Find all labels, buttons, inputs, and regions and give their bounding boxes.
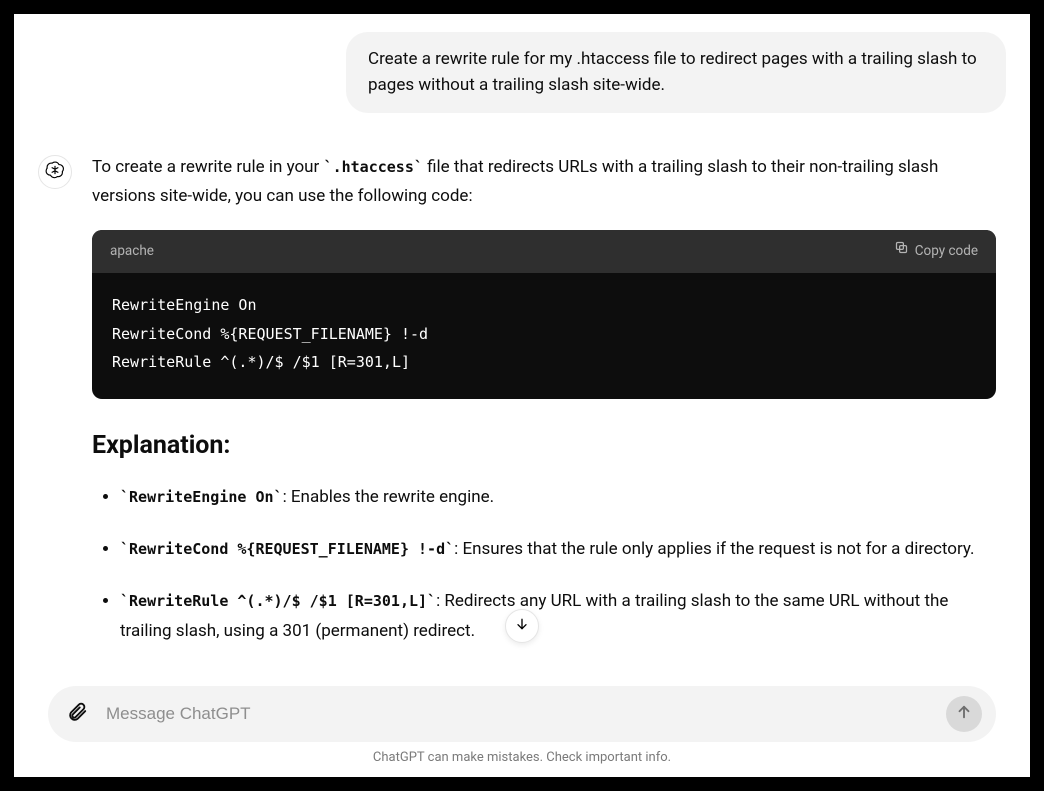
- list-item: `RewriteEngine On`: Enables the rewrite …: [120, 483, 996, 513]
- list-item: `RewriteRule ^(.*)/$ /$1 [R=301,L]`: Red…: [120, 587, 996, 647]
- paperclip-icon: [66, 701, 88, 727]
- disclaimer-text: ChatGPT can make mistakes. Check importa…: [48, 742, 996, 769]
- chat-window: Create a rewrite rule for my .htaccess f…: [14, 14, 1030, 777]
- assistant-avatar: [38, 155, 72, 189]
- code-block-header: apache Copy code: [92, 230, 996, 273]
- copy-code-button[interactable]: Copy code: [894, 240, 978, 263]
- send-button[interactable]: [946, 696, 982, 732]
- message-input[interactable]: [106, 704, 932, 724]
- code-body[interactable]: RewriteEngine On RewriteCond %{REQUEST_F…: [92, 273, 996, 399]
- explanation-list: `RewriteEngine On`: Enables the rewrite …: [92, 483, 996, 646]
- message-composer: [48, 686, 996, 742]
- inline-code: `.htaccess`: [324, 158, 423, 176]
- arrow-down-icon: [514, 616, 530, 636]
- conversation-scroll: Create a rewrite rule for my .htaccess f…: [14, 14, 1030, 687]
- copy-code-label: Copy code: [915, 240, 978, 263]
- user-message-row: Create a rewrite rule for my .htaccess f…: [38, 32, 1006, 113]
- composer-area: ChatGPT can make mistakes. Check importa…: [14, 686, 1030, 777]
- inline-code: `RewriteCond %{REQUEST_FILENAME} !-d`: [120, 540, 454, 558]
- code-lang-label: apache: [110, 240, 154, 263]
- inline-code: `RewriteEngine On`: [120, 488, 283, 506]
- user-message-bubble: Create a rewrite rule for my .htaccess f…: [346, 32, 1006, 113]
- assistant-message-body: To create a rewrite rule in your `.htacc…: [92, 153, 1006, 669]
- attach-button[interactable]: [62, 699, 92, 729]
- copy-icon: [894, 240, 909, 263]
- openai-logo-icon: [45, 160, 65, 184]
- list-item: `RewriteCond %{REQUEST_FILENAME} !-d`: E…: [120, 535, 996, 565]
- explanation-heading: Explanation:: [92, 425, 996, 468]
- scroll-to-bottom-button[interactable]: [505, 609, 539, 643]
- assistant-intro-text: To create a rewrite rule in your `.htacc…: [92, 153, 996, 211]
- code-block: apache Copy code RewriteEngine On Rew: [92, 230, 996, 398]
- assistant-message-row: To create a rewrite rule in your `.htacc…: [38, 153, 1006, 669]
- arrow-up-icon: [955, 703, 973, 725]
- inline-code: `RewriteRule ^(.*)/$ /$1 [R=301,L]`: [120, 592, 436, 610]
